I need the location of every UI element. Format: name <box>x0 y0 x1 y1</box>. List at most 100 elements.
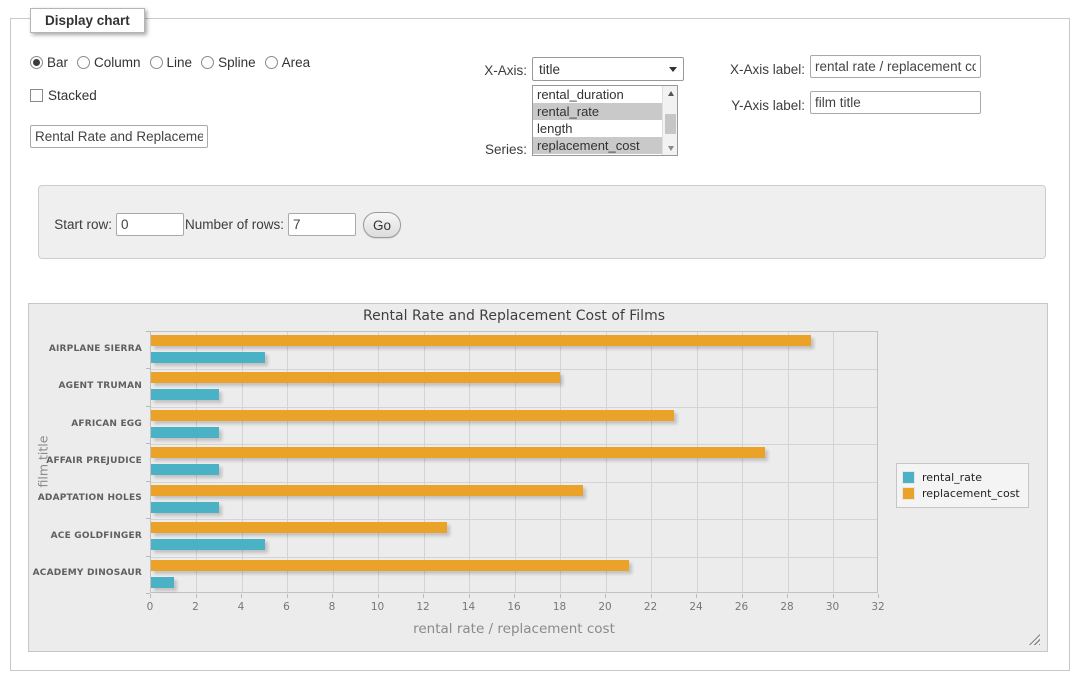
chart-type-option: Bar <box>30 55 68 70</box>
y-tick-mark <box>146 443 150 444</box>
bar-replacement_cost <box>151 522 447 533</box>
chart-type-option: Area <box>265 55 311 70</box>
stacked-label: Stacked <box>48 88 97 103</box>
gridline <box>651 332 652 592</box>
gridline <box>196 332 197 592</box>
series-option-rental_rate[interactable]: rental_rate <box>533 103 664 120</box>
y-tick-mark <box>146 556 150 557</box>
x-tick-label: 2 <box>181 601 211 613</box>
x-tick-mark <box>241 594 242 598</box>
scrollbar-thumb[interactable] <box>665 114 676 134</box>
gridline <box>151 519 877 520</box>
x-axis-select-value: title <box>539 62 669 77</box>
gridline <box>560 332 561 592</box>
x-axis-title: rental rate / replacement cost <box>150 621 878 637</box>
gridline <box>742 332 743 592</box>
series-scrollbar[interactable] <box>662 86 677 155</box>
x-axis-select[interactable]: title <box>532 57 684 81</box>
go-button[interactable]: Go <box>363 212 401 238</box>
series-listbox[interactable]: rental_durationrental_ratelengthreplacem… <box>532 85 678 156</box>
x-axis-label-label: X-Axis label: <box>705 60 805 80</box>
x-axis-label-input[interactable] <box>810 55 981 78</box>
x-tick-mark <box>150 594 151 598</box>
app-window: Display chart BarColumnLineSplineArea St… <box>0 0 1081 681</box>
x-tick-label: 12 <box>408 601 438 613</box>
chart-type-radio-column[interactable] <box>77 56 90 69</box>
start-row-label: Start row: <box>39 215 112 235</box>
gridline <box>151 557 877 558</box>
x-tick-label: 16 <box>499 601 529 613</box>
bar-replacement_cost <box>151 447 765 458</box>
x-tick-mark <box>378 594 379 598</box>
bar-replacement_cost <box>151 560 629 571</box>
x-tick-mark <box>787 594 788 598</box>
legend-label: replacement_cost <box>922 487 1020 500</box>
gridline <box>833 332 834 592</box>
gridline <box>788 332 789 592</box>
chart-type-radio-area[interactable] <box>265 56 278 69</box>
bar-rental_rate <box>151 539 265 550</box>
stacked-checkbox[interactable] <box>30 89 43 102</box>
gridline <box>151 369 877 370</box>
series-label: Series: <box>427 140 527 160</box>
chart-type-radio-spline[interactable] <box>201 56 214 69</box>
bar-replacement_cost <box>151 410 674 421</box>
x-tick-mark <box>423 594 424 598</box>
legend-item: replacement_cost <box>902 487 1020 500</box>
x-tick-label: 10 <box>363 601 393 613</box>
chart-type-radio-bar[interactable] <box>30 56 43 69</box>
plot-area <box>150 331 878 593</box>
x-tick-label: 22 <box>636 601 666 613</box>
chart-title-input[interactable] <box>30 125 208 148</box>
gridline <box>378 332 379 592</box>
gridline <box>287 332 288 592</box>
x-tick-mark <box>878 594 879 598</box>
x-tick-label: 24 <box>681 601 711 613</box>
chart-type-label: Column <box>94 55 141 70</box>
resize-handle-icon[interactable] <box>1029 634 1040 645</box>
y-axis-label-input[interactable] <box>810 91 981 114</box>
x-tick-label: 8 <box>317 601 347 613</box>
gridline <box>333 332 334 592</box>
x-tick-label: 20 <box>590 601 620 613</box>
x-tick-mark <box>742 594 743 598</box>
x-tick-label: 32 <box>863 601 893 613</box>
x-tick-mark <box>696 594 697 598</box>
bar-rental_rate <box>151 464 219 475</box>
chart-type-radio-group: Bar Column Line Spline Area <box>30 55 319 70</box>
x-tick-label: 4 <box>226 601 256 613</box>
gridline <box>515 332 516 592</box>
chart-type-label: Bar <box>47 55 68 70</box>
bar-replacement_cost <box>151 335 811 346</box>
x-tick-mark <box>560 594 561 598</box>
series-option-length[interactable]: length <box>533 120 664 137</box>
chart-type-radio-line[interactable] <box>150 56 163 69</box>
chart-type-label: Line <box>167 55 193 70</box>
x-tick-mark <box>605 594 606 598</box>
series-option-replacement_cost[interactable]: replacement_cost <box>533 137 664 154</box>
chart-type-label: Area <box>282 55 311 70</box>
chart-type-label: Spline <box>218 55 256 70</box>
legend-item: rental_rate <box>902 471 1020 484</box>
scroll-up-icon[interactable] <box>663 86 678 100</box>
bar-rental_rate <box>151 389 219 400</box>
y-tick-mark <box>146 406 150 407</box>
x-tick-mark <box>332 594 333 598</box>
gridline <box>242 332 243 592</box>
legend-label: rental_rate <box>922 471 982 484</box>
x-tick-mark <box>287 594 288 598</box>
x-tick-label: 18 <box>545 601 575 613</box>
bar-replacement_cost <box>151 485 583 496</box>
bar-rental_rate <box>151 352 265 363</box>
chevron-down-icon <box>669 67 677 72</box>
scroll-down-icon[interactable] <box>663 141 678 155</box>
gridline <box>151 444 877 445</box>
series-option-rental_duration[interactable]: rental_duration <box>533 86 664 103</box>
chart-title: Rental Rate and Replacement Cost of Film… <box>150 308 878 324</box>
num-rows-input[interactable] <box>288 213 356 236</box>
x-tick-label: 0 <box>135 601 165 613</box>
chart-type-option: Spline <box>201 55 256 70</box>
chart-container: Rental Rate and Replacement Cost of Film… <box>28 303 1048 652</box>
gridline <box>151 482 877 483</box>
y-tick-mark <box>146 518 150 519</box>
